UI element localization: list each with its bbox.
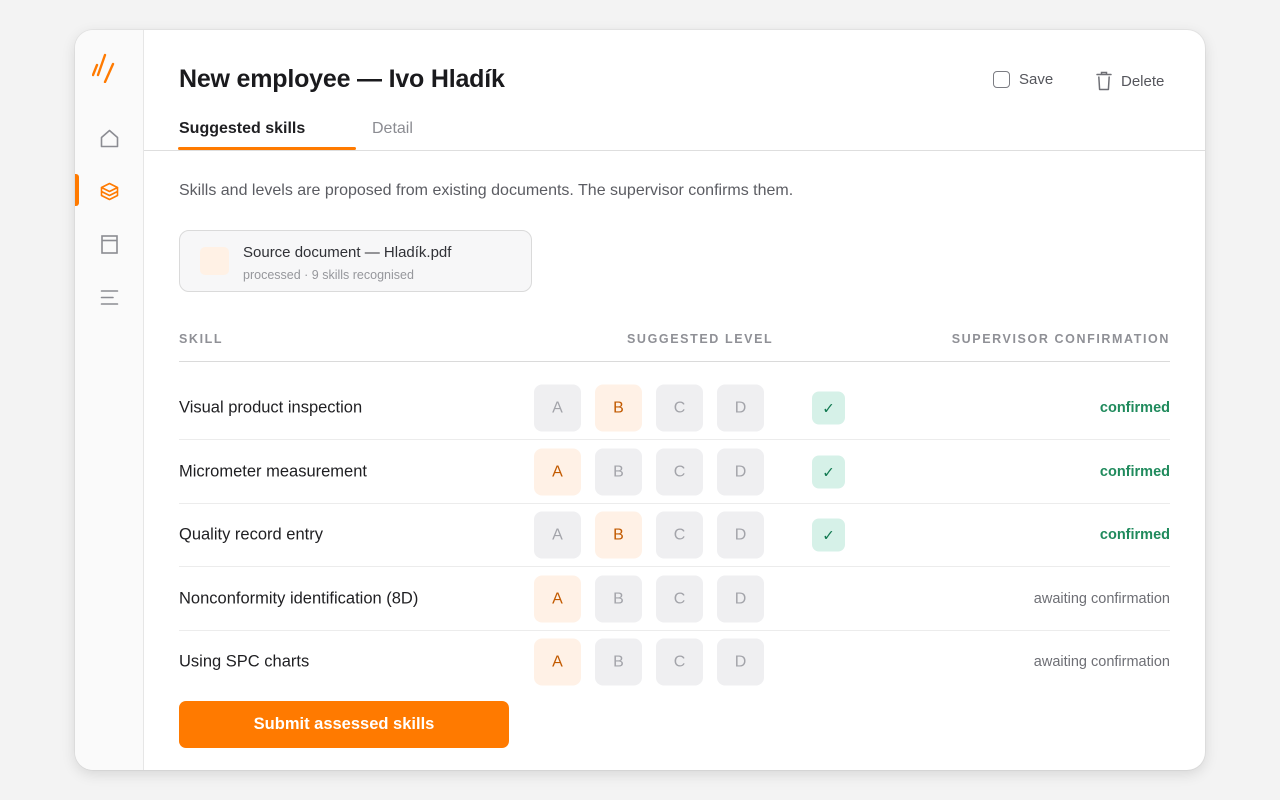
column-header-level: SUGGESTED LEVEL [627,332,774,346]
column-header-skill: SKILL [179,332,224,346]
skill-name: Using SPC charts [179,652,310,671]
sidebar-item-home[interactable] [75,121,144,155]
delete-label: Delete [1121,72,1165,90]
level-c-button[interactable]: C [656,448,703,496]
level-b-button[interactable]: B [595,575,642,623]
column-header-confirmation: SUPERVISOR CONFIRMATION [951,332,1170,346]
skill-row: Using SPC charts A B C D awaiting confir… [179,630,1170,694]
sidebar [75,30,144,770]
status-badge: awaiting confirmation [1033,654,1170,670]
sidebar-item-list[interactable] [75,280,144,314]
skill-row: Quality record entry A B C D ✓ confirmed [179,503,1170,567]
tab-detail[interactable]: Detail [372,120,413,138]
document-meta: processed · 9 skills recognised [243,268,414,282]
confirm-check-icon[interactable]: ✓ [812,391,845,425]
save-label: Save [1019,71,1054,88]
confirm-check-icon[interactable]: ✓ [812,455,845,489]
level-c-button[interactable]: C [656,575,703,623]
level-a-button[interactable]: A [534,638,581,686]
panel-icon [101,234,118,254]
level-d-button[interactable]: D [717,575,764,623]
page-header: New employee — Ivo Hladík Save Delete Su… [144,30,1205,151]
skill-name: Micrometer measurement [179,462,367,481]
brand-logo [92,53,115,83]
status-badge: confirmed [1099,527,1170,543]
page-title: New employee — Ivo Hladík [179,65,505,93]
level-a-button[interactable]: A [534,448,581,496]
tab-suggested-skills[interactable]: Suggested skills [179,120,305,138]
level-b-button[interactable]: B [595,638,642,686]
skill-name: Visual product inspection [179,398,363,417]
sidebar-item-documents[interactable] [75,227,144,261]
trash-icon [1096,71,1112,91]
app-window: New employee — Ivo Hladík Save Delete Su… [75,30,1205,770]
status-badge: confirmed [1099,464,1170,480]
document-icon [200,247,229,275]
level-d-button[interactable]: D [717,511,764,559]
status-badge: confirmed [1099,400,1170,416]
confirm-check-icon[interactable]: ✓ [812,518,845,552]
list-icon [100,289,119,305]
cube-icon [100,182,119,200]
level-c-button[interactable]: C [656,511,703,559]
level-b-button[interactable]: B [595,448,642,496]
level-a-button[interactable]: A [534,384,581,432]
home-icon [100,129,119,147]
level-d-button[interactable]: D [717,448,764,496]
document-name: Source document — Hladík.pdf [243,244,452,261]
skill-name: Quality record entry [179,525,323,544]
level-a-button[interactable]: A [534,575,581,623]
save-button[interactable]: Save [993,71,1053,88]
submit-assessed-skills-button[interactable]: Submit assessed skills [179,701,509,748]
level-c-button[interactable]: C [656,384,703,432]
level-a-button[interactable]: A [534,511,581,559]
level-b-button[interactable]: B [595,511,642,559]
delete-button[interactable]: Delete [1096,71,1164,91]
level-c-button[interactable]: C [656,638,703,686]
skill-name: Nonconformity identification (8D) [179,589,419,608]
source-document-card[interactable]: Source document — Hladík.pdf processed ·… [179,230,532,292]
sidebar-item-skills[interactable] [75,174,144,208]
skill-row: Nonconformity identification (8D) A B C … [179,567,1170,631]
status-badge: awaiting confirmation [1033,591,1170,607]
skill-row: Micrometer measurement A B C D ✓ confirm… [179,440,1170,504]
active-tab-indicator [178,147,356,150]
header-divider [179,361,1170,362]
main-content: New employee — Ivo Hladík Save Delete Su… [144,30,1205,770]
level-d-button[interactable]: D [717,638,764,686]
level-b-button[interactable]: B [595,384,642,432]
level-d-button[interactable]: D [717,384,764,432]
save-checkbox-icon [993,71,1010,88]
intro-text: Skills and levels are proposed from exis… [179,182,794,199]
skill-row: Visual product inspection A B C D ✓ conf… [179,376,1170,440]
